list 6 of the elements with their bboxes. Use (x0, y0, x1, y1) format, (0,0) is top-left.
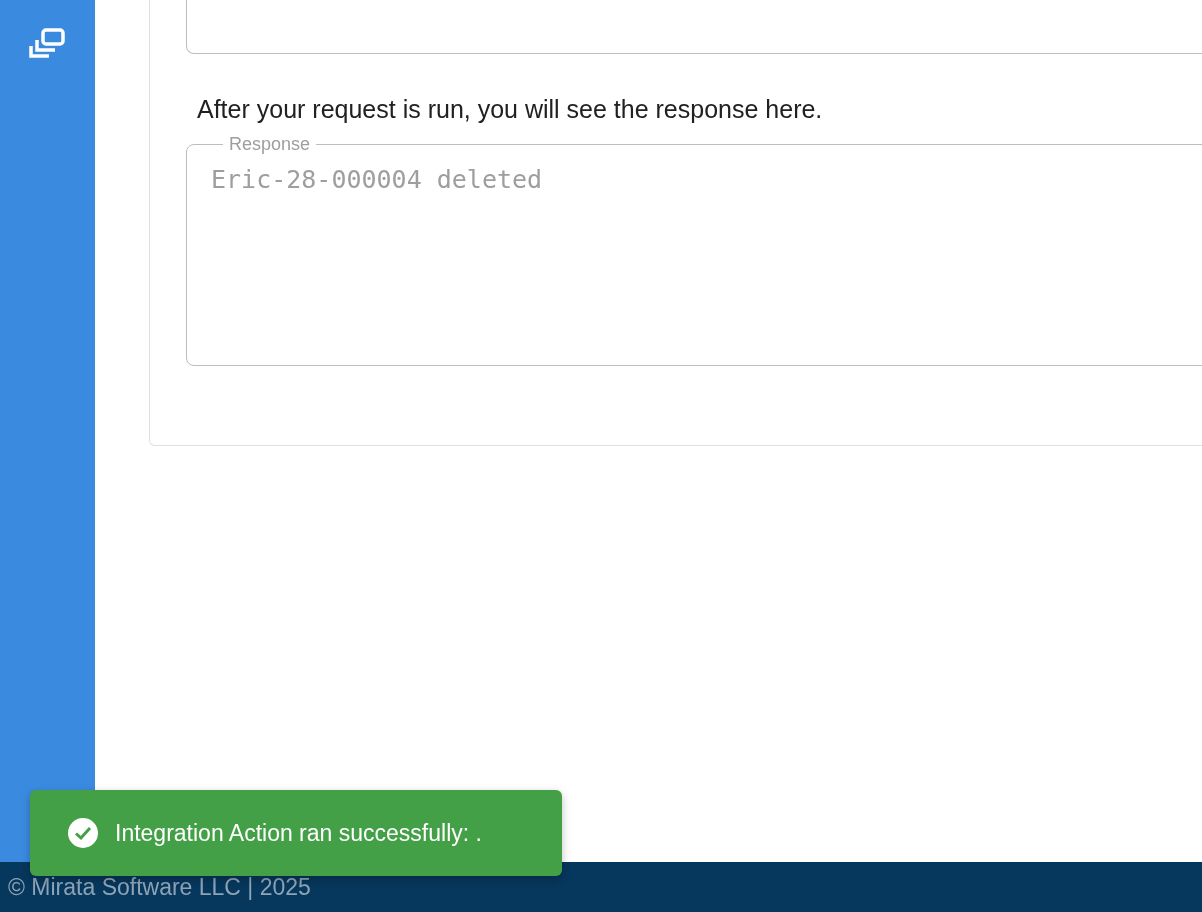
instructions-text: After your request is run, you will see the response here. (197, 94, 824, 125)
toast-message: Integration Action ran successfully: . (115, 819, 482, 847)
check-circle-icon (67, 817, 99, 849)
input-field[interactable] (186, 0, 1202, 54)
stacked-windows-icon[interactable] (28, 28, 67, 60)
copyright-text: © Mirata Software LLC | 2025 (8, 873, 311, 901)
